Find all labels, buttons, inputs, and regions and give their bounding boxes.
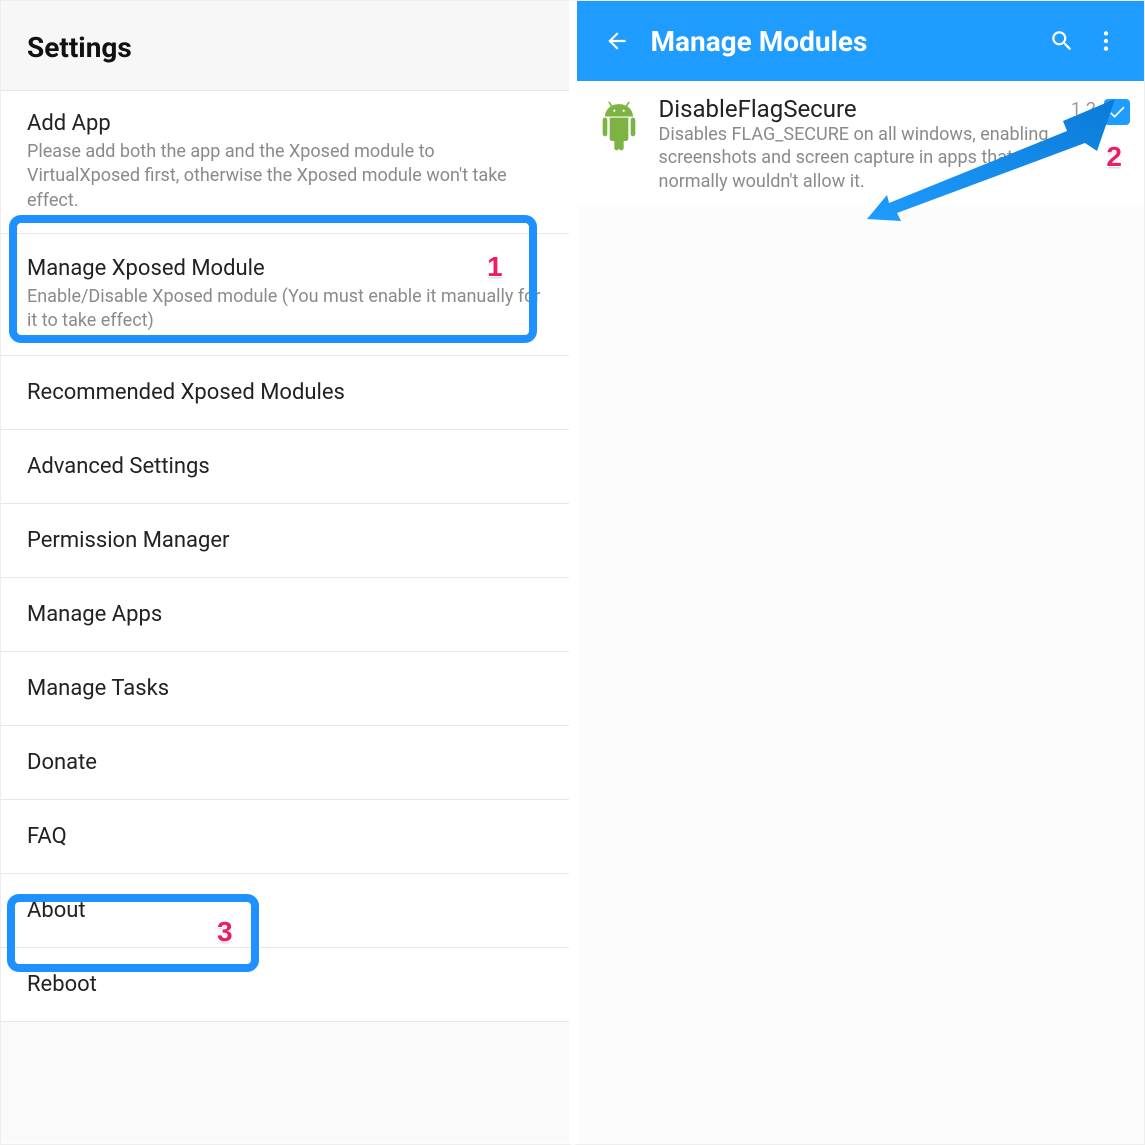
item-title: FAQ [27, 824, 543, 849]
annotation-step-3: 3 [217, 916, 233, 948]
item-title: Donate [27, 750, 543, 775]
item-subtitle: Enable/Disable Xposed module (You must e… [27, 285, 543, 334]
item-subtitle: Please add both the app and the Xposed m… [27, 140, 543, 213]
overflow-menu-button[interactable] [1084, 28, 1128, 54]
item-title: Manage Xposed Module [27, 256, 543, 281]
settings-item-donate[interactable]: Donate [1, 726, 569, 800]
item-title: Reboot [27, 972, 543, 997]
settings-item-add-app[interactable]: Add App Please add both the app and the … [1, 91, 569, 234]
item-title: Manage Apps [27, 602, 543, 627]
module-text: DisableFlagSecure Disables FLAG_SECURE o… [659, 95, 1062, 193]
settings-item-reboot[interactable]: Reboot [1, 948, 569, 1022]
settings-item-permission[interactable]: Permission Manager [1, 504, 569, 578]
settings-header: Settings [1, 1, 569, 91]
settings-item-manage-xposed[interactable]: Manage Xposed Module Enable/Disable Xpos… [1, 234, 569, 357]
settings-item-about[interactable]: About [1, 874, 569, 948]
search-icon [1049, 28, 1075, 54]
check-icon [1107, 102, 1127, 122]
more-vert-icon [1093, 28, 1119, 54]
settings-item-faq[interactable]: FAQ [1, 800, 569, 874]
item-title: Add App [27, 111, 543, 136]
module-title: DisableFlagSecure [659, 95, 1062, 123]
toolbar: Manage Modules [577, 1, 1145, 81]
annotation-step-2: 2 [1106, 141, 1122, 173]
annotation-step-1: 1 [487, 251, 503, 283]
module-item-disableflagsecure[interactable]: DisableFlagSecure Disables FLAG_SECURE o… [577, 81, 1145, 207]
arrow-back-icon [604, 28, 630, 54]
item-title: Recommended Xposed Modules [27, 380, 543, 405]
settings-item-recommended[interactable]: Recommended Xposed Modules [1, 356, 569, 430]
settings-item-advanced[interactable]: Advanced Settings [1, 430, 569, 504]
page-title: Settings [27, 31, 543, 64]
item-title: Permission Manager [27, 528, 543, 553]
item-title: About [27, 898, 543, 923]
bottom-spacer [1, 1022, 569, 1142]
item-title: Advanced Settings [27, 454, 543, 479]
manage-modules-screen: Manage Modules DisableFlagSecure Disable… [573, 0, 1145, 1145]
back-button[interactable] [593, 28, 641, 54]
settings-screen: Settings Add App Please add both the app… [0, 0, 573, 1145]
module-version: 1.2 [1071, 99, 1096, 120]
item-title: Manage Tasks [27, 676, 543, 701]
module-description: Disables FLAG_SECURE on all windows, ena… [659, 123, 1062, 193]
settings-item-manage-apps[interactable]: Manage Apps [1, 578, 569, 652]
toolbar-title: Manage Modules [641, 25, 1041, 58]
android-icon [591, 99, 647, 155]
settings-item-manage-tasks[interactable]: Manage Tasks [1, 652, 569, 726]
module-enable-checkbox[interactable] [1104, 99, 1130, 125]
search-button[interactable] [1040, 28, 1084, 54]
